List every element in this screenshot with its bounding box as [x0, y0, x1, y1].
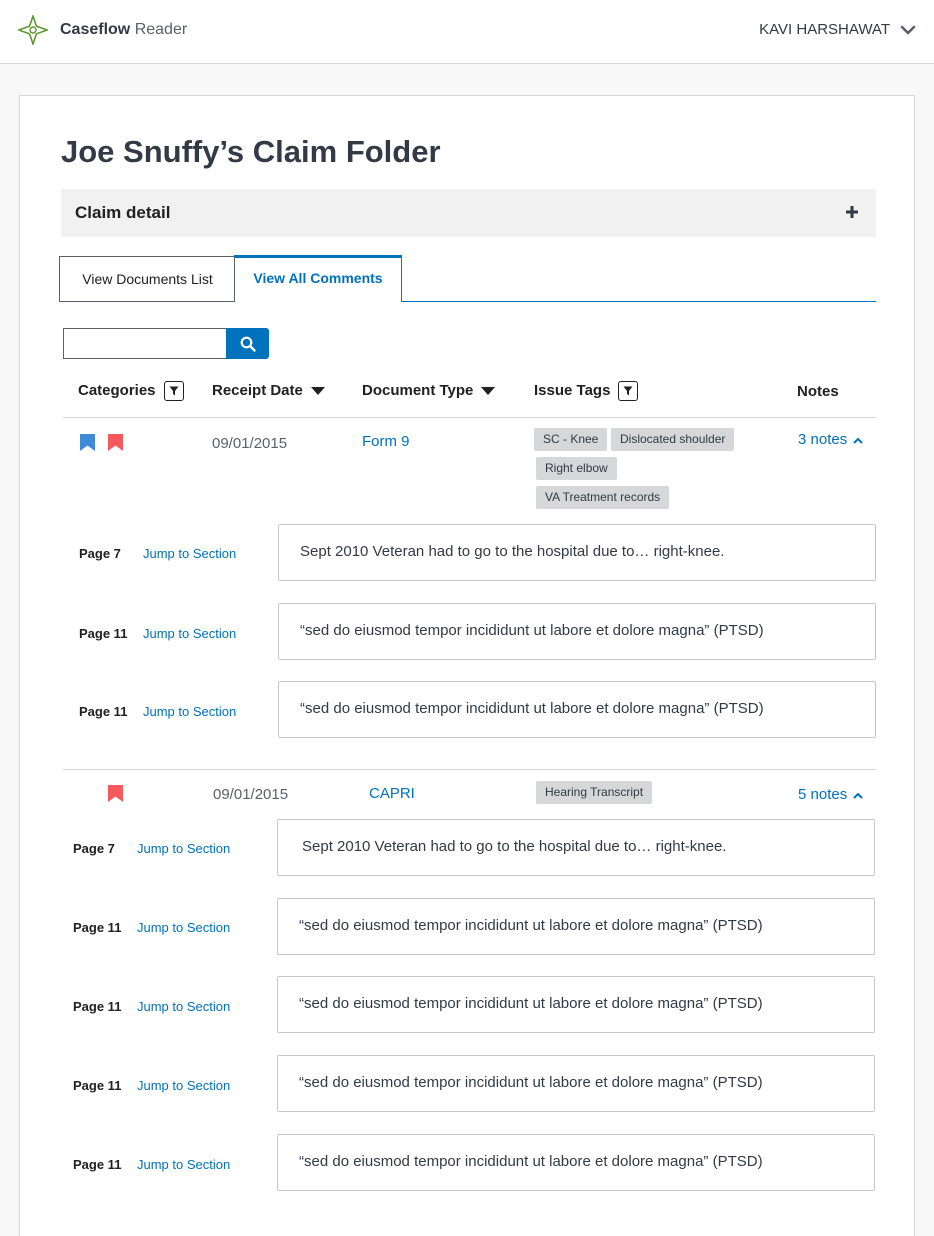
notes-toggle[interactable]: 3 notes [798, 430, 863, 450]
column-header-issue-tags: Issue Tags [534, 381, 639, 401]
column-header-document-type[interactable]: Document Type [362, 381, 496, 401]
column-header-document-type-label: Document Type [362, 382, 474, 399]
row-divider [63, 769, 876, 770]
comment-text: “sed do eiusmod tempor incididunt ut lab… [277, 1055, 875, 1112]
jump-to-section-link[interactable]: Jump to Section [143, 545, 236, 563]
jump-to-section-link[interactable]: Jump to Section [137, 998, 230, 1016]
jump-to-section-link[interactable]: Jump to Section [137, 840, 230, 858]
user-name: KAVI HARSHAWAT [759, 21, 890, 38]
page-title: Joe Snuffy’s Claim Folder [61, 134, 441, 169]
notes-toggle[interactable]: 5 notes [798, 785, 863, 805]
sort-down-icon [481, 387, 496, 395]
comment-page: Page 11 [79, 626, 128, 641]
receipt-date: 09/01/2015 [212, 435, 288, 452]
chevron-up-icon [853, 437, 863, 444]
column-header-issue-tags-label: Issue Tags [534, 382, 611, 399]
issue-tag: Dislocated shoulder [611, 428, 735, 451]
comment-page: Page 11 [73, 1157, 122, 1172]
chevron-up-icon [853, 792, 863, 799]
comment-text: Sept 2010 Veteran had to go to the hospi… [277, 819, 875, 876]
column-header-receipt-date[interactable]: Receipt Date [212, 381, 325, 401]
comment-text: “sed do eiusmod tempor incididunt ut lab… [277, 898, 875, 955]
jump-to-section-link[interactable]: Jump to Section [137, 1077, 230, 1095]
column-header-receipt-date-label: Receipt Date [212, 382, 303, 399]
app-product-name: Reader [134, 21, 188, 38]
filter-icon[interactable] [618, 381, 639, 401]
filter-icon[interactable] [163, 381, 184, 401]
comment-page: Page 11 [73, 1078, 122, 1093]
jump-to-section-link[interactable]: Jump to Section [137, 919, 230, 937]
claim-detail-label: Claim detail [75, 203, 171, 222]
comment-page: Page 11 [73, 999, 122, 1014]
bookmark-icon[interactable] [80, 434, 95, 451]
chevron-down-icon [900, 25, 916, 35]
comment-text: “sed do eiusmod tempor incididunt ut lab… [278, 603, 876, 660]
tab-underline [402, 301, 876, 302]
issue-tag: Right elbow [536, 457, 617, 480]
receipt-date: 09/01/2015 [213, 786, 289, 803]
caseflow-logo-icon[interactable] [18, 15, 48, 45]
comment-page: Page 11 [73, 920, 122, 935]
claim-folder-card: Joe Snuffy’s Claim Folder Claim detail V… [19, 95, 915, 1236]
comment-page: Page 7 [73, 841, 115, 856]
top-nav: Caseflow Reader KAVI HARSHAWAT [0, 0, 934, 64]
claim-detail-accordion[interactable]: Claim detail [61, 189, 876, 237]
bookmark-icon[interactable] [108, 434, 123, 451]
comment-text: “sed do eiusmod tempor incididunt ut lab… [277, 1134, 875, 1191]
document-type-link[interactable]: Form 9 [362, 432, 410, 452]
comment-page: Page 11 [79, 704, 128, 719]
notes-count: 5 notes [798, 786, 848, 803]
column-header-notes-label: Notes [797, 383, 839, 400]
jump-to-section-link[interactable]: Jump to Section [143, 625, 236, 643]
plus-icon [846, 206, 858, 218]
column-header-notes: Notes [797, 382, 839, 402]
app-brand[interactable]: Caseflow Reader [60, 20, 187, 40]
notes-count: 3 notes [798, 431, 848, 448]
table-header-divider [63, 417, 876, 418]
column-header-categories-label: Categories [78, 382, 156, 399]
jump-to-section-link[interactable]: Jump to Section [143, 703, 236, 721]
search-input[interactable] [63, 328, 227, 359]
comment-text: Sept 2010 Veteran had to go to the hospi… [278, 524, 876, 581]
app-brand-name: Caseflow [60, 21, 131, 38]
sort-down-icon [310, 387, 325, 395]
user-menu[interactable]: KAVI HARSHAWAT [759, 20, 916, 40]
comment-text: “sed do eiusmod tempor incididunt ut lab… [277, 976, 875, 1033]
tab-view-all-comments[interactable]: View All Comments [234, 255, 402, 302]
search-icon [240, 336, 256, 352]
bookmark-icon[interactable] [108, 785, 123, 802]
document-type-link[interactable]: CAPRI [369, 784, 415, 804]
issue-tag: VA Treatment records [536, 486, 670, 509]
issue-tag: SC - Knee [534, 428, 608, 451]
search-button[interactable] [226, 328, 269, 359]
column-header-categories: Categories [78, 381, 184, 401]
tab-view-documents-list[interactable]: View Documents List [59, 256, 235, 302]
comment-page: Page 7 [79, 546, 121, 561]
comment-text: “sed do eiusmod tempor incididunt ut lab… [278, 681, 876, 738]
issue-tag: Hearing Transcript [536, 781, 653, 804]
jump-to-section-link[interactable]: Jump to Section [137, 1156, 230, 1174]
